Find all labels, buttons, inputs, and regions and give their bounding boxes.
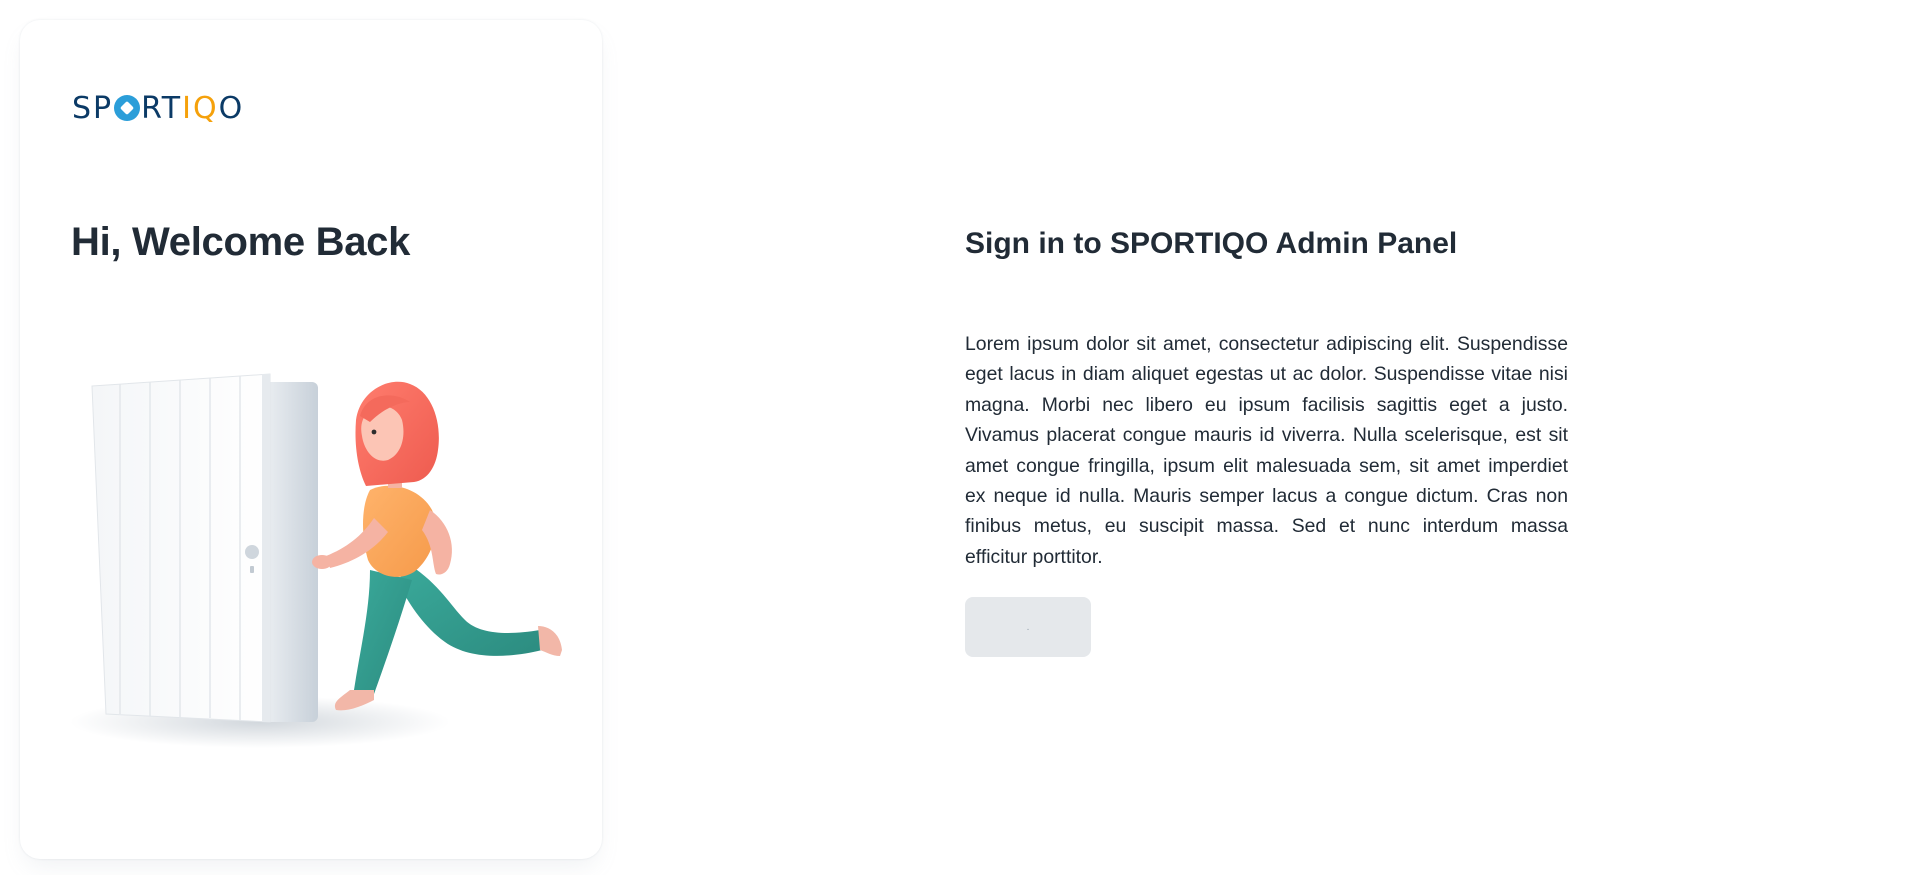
signin-panel: Sign in to SPORTIQO Admin Panel Lorem ip… [965, 0, 1570, 875]
sportiqo-logo[interactable]: SP RT IQ O [72, 86, 244, 130]
signin-title: Sign in to SPORTIQO Admin Panel [965, 227, 1458, 260]
logo-part-o: O [218, 90, 245, 126]
logo-part-iq: IQ [182, 90, 219, 126]
welcome-card: SP RT IQ O Hi, Welcome Back [20, 20, 602, 859]
signin-button[interactable]: . [965, 597, 1091, 657]
welcome-title: Hi, Welcome Back [71, 220, 411, 264]
logo-part-sp: SP [72, 90, 114, 126]
logo-ball-icon [114, 95, 141, 121]
description-text: Lorem ipsum dolor sit amet, consectetur … [965, 333, 1568, 568]
woman-running-out-of-door-illustration [70, 350, 580, 780]
running-woman-figure [312, 381, 562, 711]
logo-text: SP RT IQ O [72, 91, 244, 126]
logo-part-rt: RT [141, 90, 183, 126]
